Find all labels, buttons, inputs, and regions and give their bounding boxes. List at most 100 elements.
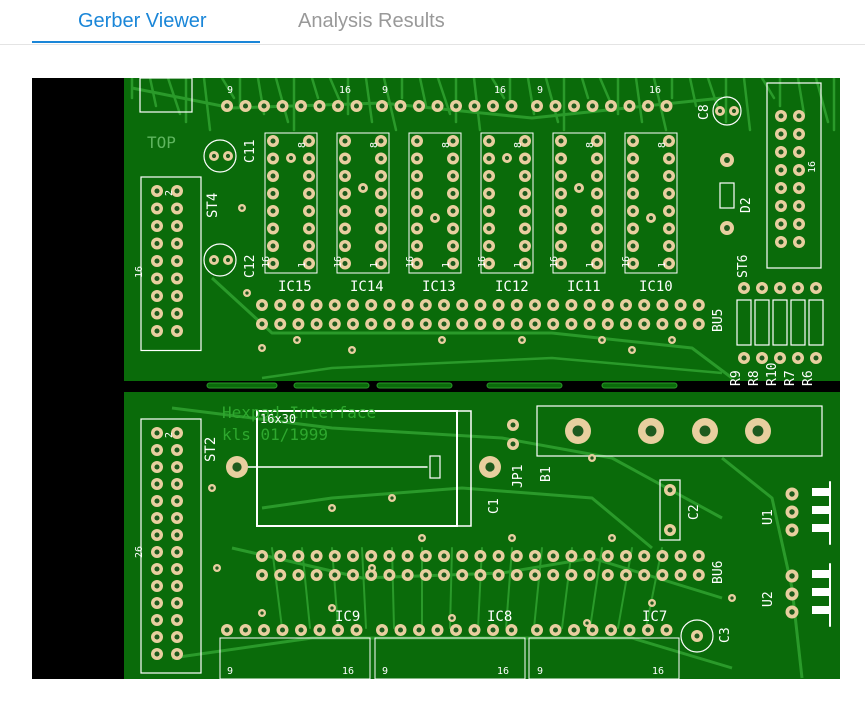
drill-hole: [379, 627, 385, 633]
drill-hole: [630, 348, 634, 352]
connector-label: ST4: [205, 193, 221, 218]
drill-hole: [514, 553, 520, 559]
board-slot: [601, 382, 678, 389]
drill-hole: [550, 572, 556, 578]
drill-hole: [572, 425, 584, 437]
drill-hole: [332, 302, 338, 308]
drill-hole: [558, 155, 564, 162]
drill-hole: [520, 338, 524, 342]
drill-hole: [450, 173, 456, 179]
drill-hole: [514, 572, 520, 578]
drill-hole: [259, 302, 265, 308]
drill-hole: [589, 627, 596, 633]
pin-mark: 1: [369, 262, 380, 268]
drill-hole: [477, 302, 483, 308]
drill-hole: [306, 173, 312, 179]
drill-hole: [522, 225, 528, 232]
drill-hole: [154, 275, 160, 282]
drill-hole: [789, 491, 795, 497]
pin-mark: 9: [537, 85, 543, 96]
diode-label: D2: [739, 197, 754, 213]
crystal-label: 16x30: [260, 412, 296, 426]
pin-mark: 8: [441, 142, 452, 148]
drill-hole: [796, 221, 802, 227]
pin-mark: 16: [405, 256, 416, 268]
drill-hole: [532, 302, 538, 308]
pin-mark: 16: [477, 256, 488, 268]
drill-hole: [342, 208, 348, 214]
drill-hole: [490, 627, 496, 633]
drill-hole: [759, 285, 765, 291]
drill-hole: [678, 321, 684, 327]
pin-mark: 16: [621, 256, 632, 268]
drill-hole: [306, 208, 312, 214]
drill-hole: [154, 258, 160, 264]
drill-hole: [490, 103, 496, 109]
drill-hole: [630, 155, 636, 162]
drill-hole: [154, 328, 160, 334]
drill-hole: [414, 173, 420, 179]
connector-label: JP1: [511, 465, 526, 488]
drill-hole: [450, 190, 456, 197]
drill-hole: [641, 302, 647, 308]
pin-mark: 9: [537, 666, 543, 677]
drill-hole: [295, 572, 301, 578]
drill-hole: [594, 190, 600, 197]
drill-hole: [558, 208, 564, 214]
drill-hole: [386, 321, 392, 327]
capacitor-label: C12: [243, 255, 258, 278]
drill-hole: [306, 190, 312, 197]
drill-hole: [316, 627, 323, 633]
pin-mark: 8: [513, 142, 524, 148]
drill-hole: [630, 138, 636, 144]
pin-mark: 9: [227, 666, 233, 677]
drill-hole: [568, 302, 574, 308]
drill-hole: [777, 355, 783, 361]
drill-hole: [558, 173, 564, 179]
drill-hole: [496, 553, 502, 559]
drill-hole: [279, 103, 286, 109]
drill-hole: [724, 225, 730, 231]
drill-hole: [659, 553, 665, 559]
connector-label: ST2: [203, 437, 219, 462]
board-slot: [293, 382, 370, 389]
ic-label: IC10: [639, 279, 673, 295]
drill-hole: [154, 481, 160, 487]
drill-hole: [532, 321, 538, 327]
drill-hole: [568, 553, 574, 559]
pin-mark: 1: [513, 262, 524, 268]
drill-hole: [174, 328, 180, 334]
drill-hole: [386, 302, 392, 308]
drill-hole: [260, 611, 264, 615]
gerber-viewer-canvas[interactable]: TOP Hexpad Interface kls 01/1999 16x30 IC15 I…: [32, 78, 840, 679]
drill-hole: [741, 355, 747, 361]
board-slot: [206, 382, 278, 389]
drill-hole: [314, 302, 320, 308]
drill-hole: [552, 627, 559, 633]
drill-hole: [330, 606, 334, 610]
drill-hole: [678, 553, 684, 559]
drill-hole: [353, 103, 360, 109]
drill-hole: [154, 600, 160, 606]
drill-hole: [778, 185, 784, 191]
drill-hole: [405, 321, 411, 327]
ic-label: IC7: [642, 609, 667, 625]
drill-hole: [423, 572, 429, 578]
drill-hole: [694, 633, 700, 639]
pin-mark: 2: [164, 432, 175, 438]
drill-hole: [645, 627, 651, 633]
drill-hole: [174, 549, 180, 555]
board-slot: [376, 382, 453, 389]
drill-hole: [486, 208, 492, 214]
drill-hole: [730, 596, 734, 600]
tab-gerber-viewer[interactable]: Gerber Viewer: [78, 6, 207, 36]
drill-hole: [379, 103, 385, 109]
drill-hole: [450, 155, 456, 162]
drill-hole: [594, 225, 600, 232]
drill-hole: [650, 601, 654, 605]
drill-hole: [215, 566, 219, 570]
drill-hole: [342, 225, 348, 232]
drill-hole: [174, 617, 180, 623]
capacitor-label: C3: [718, 627, 733, 643]
tab-analysis-results[interactable]: Analysis Results: [298, 6, 445, 36]
